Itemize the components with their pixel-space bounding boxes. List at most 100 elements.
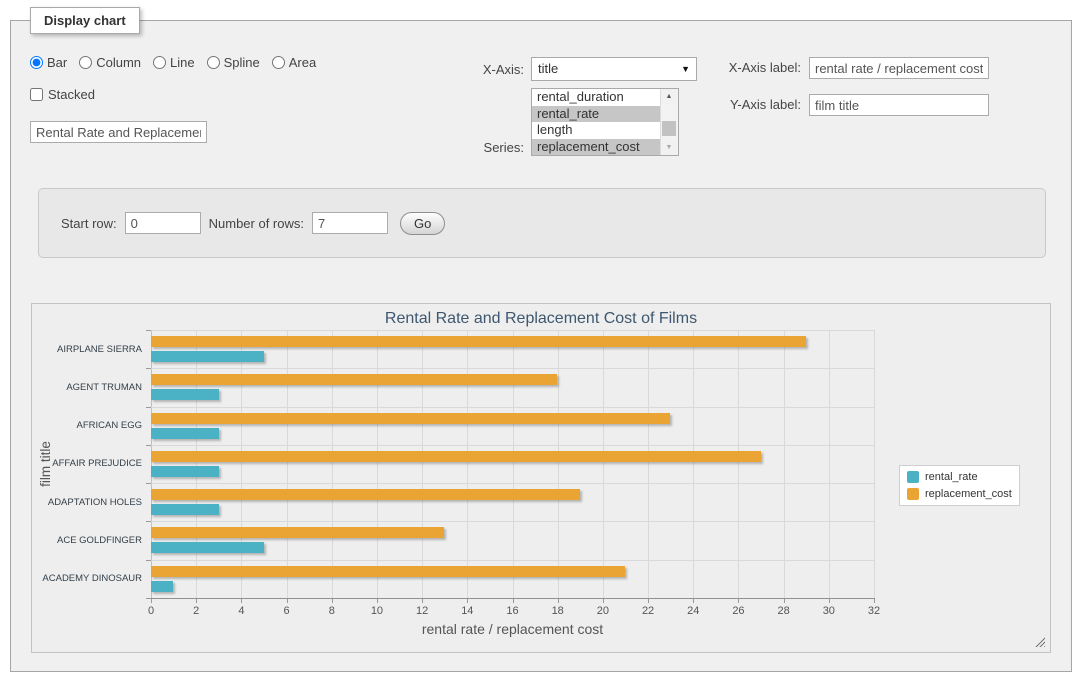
x-axis-tick-label: 12 bbox=[416, 605, 428, 617]
chart-type-text: Line bbox=[170, 55, 195, 70]
radio-column[interactable] bbox=[79, 56, 92, 69]
x-axis-tick-label: 10 bbox=[371, 605, 383, 617]
bar-replacement_cost[interactable] bbox=[151, 413, 670, 424]
x-axis-tick-label: 22 bbox=[642, 605, 654, 617]
x-axis-selected-value: title bbox=[538, 61, 558, 76]
category-row bbox=[151, 330, 874, 368]
series-list-label: Series: bbox=[411, 140, 524, 155]
radio-bar[interactable] bbox=[30, 56, 43, 69]
x-axis-tick-label: 0 bbox=[148, 605, 154, 617]
category-row bbox=[151, 407, 874, 445]
bar-replacement_cost[interactable] bbox=[151, 489, 580, 500]
chevron-down-icon: ▼ bbox=[681, 58, 690, 80]
bar-replacement_cost[interactable] bbox=[151, 527, 444, 538]
chart-type-text: Spline bbox=[224, 55, 260, 70]
x-axis-tick bbox=[151, 599, 152, 603]
x-axis-tick bbox=[332, 599, 333, 603]
series-scrollbar[interactable]: ▲ ▼ bbox=[660, 89, 678, 155]
chart-type-option-spline[interactable]: Spline bbox=[207, 55, 260, 70]
scrollbar-thumb[interactable] bbox=[662, 121, 676, 136]
bar-rental_rate[interactable] bbox=[151, 504, 219, 515]
scroll-down-icon[interactable]: ▼ bbox=[661, 140, 677, 155]
series-option-length[interactable]: length bbox=[532, 122, 661, 139]
bar-rental_rate[interactable] bbox=[151, 428, 219, 439]
bar-rental_rate[interactable] bbox=[151, 389, 219, 400]
bar-rental_rate[interactable] bbox=[151, 351, 264, 362]
x-axis-tick-label: 30 bbox=[823, 605, 835, 617]
category-label: ADAPTATION HOLES bbox=[42, 483, 142, 521]
x-axis-tick bbox=[874, 599, 875, 603]
x-axis-tick bbox=[196, 599, 197, 603]
category-label: AGENT TRUMAN bbox=[42, 368, 142, 406]
x-axis-tick-label: 28 bbox=[778, 605, 790, 617]
rows-panel: Start row: Number of rows: Go bbox=[38, 188, 1046, 258]
num-rows-input[interactable] bbox=[312, 212, 388, 234]
x-axis-tick bbox=[422, 599, 423, 603]
legend-label: replacement_cost bbox=[925, 488, 1012, 500]
x-axis-label-input[interactable] bbox=[809, 57, 989, 79]
bar-replacement_cost[interactable] bbox=[151, 566, 625, 577]
bar-replacement_cost[interactable] bbox=[151, 336, 806, 347]
y-axis-tick bbox=[146, 483, 151, 484]
chart-title: Rental Rate and Replacement Cost of Film… bbox=[32, 310, 1050, 328]
x-axis-tick-labels: 02468101214161820222426283032 bbox=[151, 605, 874, 618]
x-axis-tick-label: 20 bbox=[597, 605, 609, 617]
chart-type-text: Area bbox=[289, 55, 316, 70]
x-axis-tick bbox=[829, 599, 830, 603]
bar-rental_rate[interactable] bbox=[151, 466, 219, 477]
radio-line[interactable] bbox=[153, 56, 166, 69]
y-axis-tick bbox=[146, 560, 151, 561]
plot-area bbox=[151, 330, 874, 598]
x-axis-tick bbox=[241, 599, 242, 603]
series-option-rental_rate[interactable]: rental_rate bbox=[532, 106, 661, 123]
bar-replacement_cost[interactable] bbox=[151, 374, 557, 385]
bar-rental_rate[interactable] bbox=[151, 581, 173, 592]
y-axis-label-input[interactable] bbox=[809, 94, 989, 116]
radio-area[interactable] bbox=[272, 56, 285, 69]
category-row bbox=[151, 560, 874, 598]
start-row-label: Start row: bbox=[61, 216, 117, 231]
category-label: ACADEMY DINOSAUR bbox=[42, 560, 142, 598]
x-axis-tick-label: 2 bbox=[193, 605, 199, 617]
chart-type-option-column[interactable]: Column bbox=[79, 55, 141, 70]
x-axis-title: rental rate / replacement cost bbox=[151, 621, 874, 637]
series-option-rental_duration[interactable]: rental_duration bbox=[532, 89, 661, 106]
chart-type-option-bar[interactable]: Bar bbox=[30, 55, 67, 70]
stacked-option[interactable]: Stacked bbox=[30, 87, 95, 102]
x-axis-tick-label: 14 bbox=[461, 605, 473, 617]
series-listbox[interactable]: rental_durationrental_ratelengthreplacem… bbox=[531, 88, 679, 156]
bar-replacement_cost[interactable] bbox=[151, 451, 761, 462]
series-option-replacement_cost[interactable]: replacement_cost bbox=[532, 139, 661, 156]
x-axis-tick bbox=[784, 599, 785, 603]
start-row-input[interactable] bbox=[125, 212, 201, 234]
y-axis-category-labels: AIRPLANE SIERRAAGENT TRUMANAFRICAN EGGAF… bbox=[42, 330, 142, 598]
legend-item-rental_rate[interactable]: rental_rate bbox=[907, 471, 1012, 483]
category-row bbox=[151, 445, 874, 483]
resize-grip-icon[interactable] bbox=[1035, 637, 1045, 647]
chart-title-input[interactable] bbox=[30, 121, 207, 143]
gridline-v bbox=[874, 330, 875, 598]
chart-type-option-line[interactable]: Line bbox=[153, 55, 195, 70]
legend-item-replacement_cost[interactable]: replacement_cost bbox=[907, 488, 1012, 500]
x-axis-tick-label: 16 bbox=[506, 605, 518, 617]
go-button[interactable]: Go bbox=[400, 212, 445, 235]
chart-type-option-area[interactable]: Area bbox=[272, 55, 316, 70]
x-axis-tick-label: 4 bbox=[238, 605, 244, 617]
x-axis-tick-label: 6 bbox=[284, 605, 290, 617]
category-label: ACE GOLDFINGER bbox=[42, 521, 142, 559]
x-axis-select[interactable]: title ▼ bbox=[531, 57, 697, 81]
chart-type-text: Column bbox=[96, 55, 141, 70]
stacked-label: Stacked bbox=[48, 87, 95, 102]
x-axis-tick bbox=[377, 599, 378, 603]
x-axis-tick bbox=[467, 599, 468, 603]
y-axis-tick bbox=[146, 445, 151, 446]
y-axis-tick bbox=[146, 330, 151, 331]
scroll-up-icon[interactable]: ▲ bbox=[661, 89, 677, 104]
bar-rental_rate[interactable] bbox=[151, 542, 264, 553]
category-label: AFFAIR PREJUDICE bbox=[42, 445, 142, 483]
y-axis-tick bbox=[146, 368, 151, 369]
radio-spline[interactable] bbox=[207, 56, 220, 69]
stacked-checkbox[interactable] bbox=[30, 88, 43, 101]
x-axis-tick bbox=[603, 599, 604, 603]
x-axis-tick bbox=[558, 599, 559, 603]
